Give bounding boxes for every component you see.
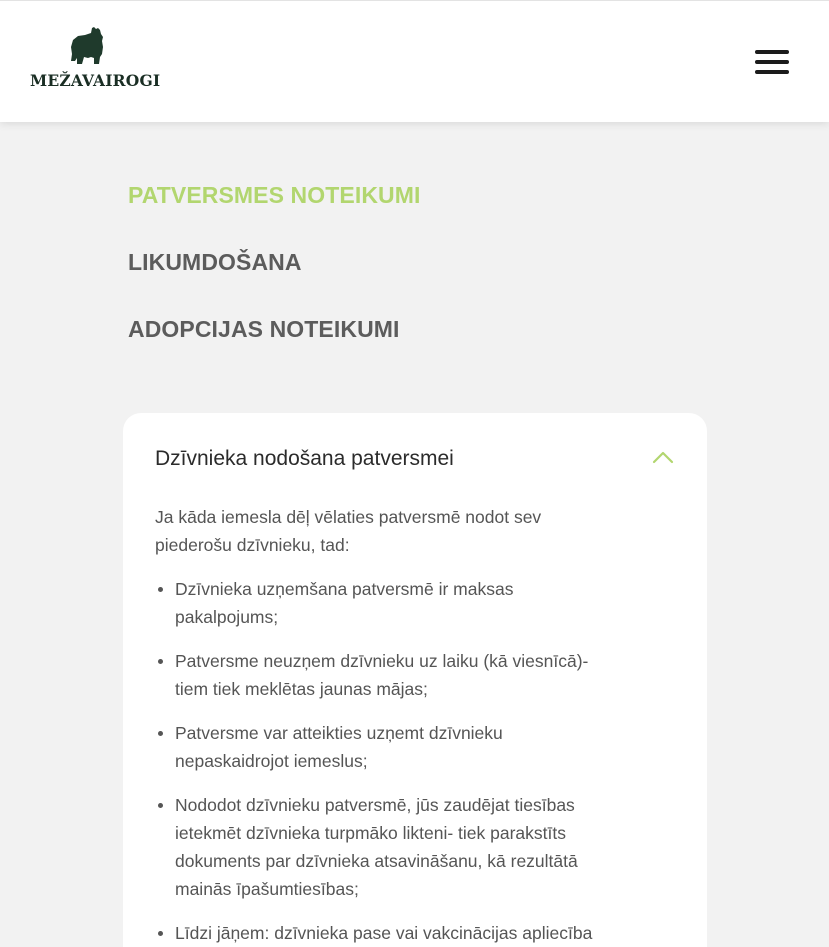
accordion-list: Dzīvnieka uzņemšana patversmē ir maksas … (155, 575, 615, 947)
list-item: Patversme neuzņem dzīvnieku uz laiku (kā… (155, 647, 615, 703)
menu-bar-bottom (755, 70, 789, 74)
site-logo[interactable]: MEŽAVAIROGI (30, 27, 161, 91)
nav-link-patversmes-noteikumi[interactable]: PATVERSMES NOTEIKUMI (128, 182, 421, 209)
nav-link-likumdosana[interactable]: LIKUMDOŠANA (128, 249, 302, 276)
list-item: Dzīvnieka uzņemšana patversmē ir maksas … (155, 575, 615, 631)
nav-link-adopcijas-noteikumi[interactable]: ADOPCIJAS NOTEIKUMI (128, 316, 400, 343)
menu-bar-top (755, 50, 789, 54)
bear-icon (71, 27, 103, 64)
chevron-up-icon[interactable] (651, 449, 675, 465)
list-item: Nododot dzīvnieku patversmē, jūs zaudēja… (155, 791, 615, 903)
accordion-card: Dzīvnieka nodošana patversmei Ja kāda ie… (123, 413, 707, 947)
accordion-title[interactable]: Dzīvnieka nodošana patversmei (155, 447, 454, 471)
menu-bar-middle (755, 60, 789, 64)
list-item: Līdzi jāņem: dzīvnieka pase vai vakcināc… (155, 919, 615, 947)
list-item: Patversme var atteikties uzņemt dzīvniek… (155, 719, 615, 775)
logo-text: MEŽAVAIROGI (30, 71, 161, 90)
accordion-intro: Ja kāda iemesla dēļ vēlaties patversmē n… (155, 507, 542, 555)
hamburger-menu-icon[interactable] (752, 49, 792, 77)
site-header: MEŽAVAIROGI (0, 0, 829, 122)
